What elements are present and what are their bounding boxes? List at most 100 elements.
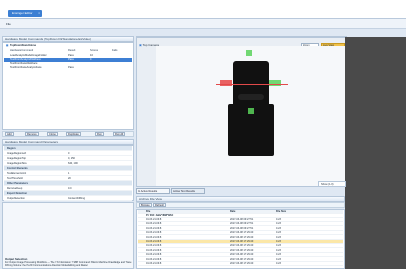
file-date: 2017-03-08 09:27:51: [230, 226, 254, 230]
property-row[interactable]: OutputSelection ContentFillKing: [4, 196, 132, 201]
status-show[interactable]: Show (1.0): [318, 181, 346, 187]
title-bar: Ensinger Editor ×: [0, 0, 406, 19]
command-row[interactable]: TestFrontAnalyzeDiskFace Pass 4: [4, 58, 132, 62]
commands-subheader-label: TopDownStandAlone: [10, 44, 37, 47]
file-size: 0.23: [276, 262, 281, 265]
file-name: 01.03.21.09.8: [146, 240, 162, 243]
file-size: 0.23: [276, 226, 281, 230]
file-name: 01.03.21.09.8: [146, 262, 162, 265]
file-date: 2017-03-08 17:29:40: [230, 244, 254, 248]
command-row[interactable]: TestFrontFaceDiskFace: [4, 62, 132, 66]
property-label: OutputSelection: [7, 197, 25, 200]
close-icon[interactable]: ×: [38, 10, 40, 17]
grid-icon: ▦: [6, 44, 9, 47]
file-date: 2017-03-08 17:29:40: [230, 231, 254, 235]
command-result: Pass: [68, 66, 74, 69]
commands-subheader: ▦ TopDownStandAlone: [4, 44, 132, 48]
run-all-button[interactable]: Run All: [113, 132, 126, 136]
commands-column-headers: HardwareCommand Result Scores Fails: [4, 49, 132, 53]
file-date: 2017-03-08 09:27:51: [230, 218, 254, 221]
roi-left-inner[interactable]: [226, 80, 232, 86]
file-name: 01.03.21.09.8: [146, 226, 162, 230]
file-date: 2017-03-08 17:29:40: [230, 253, 254, 257]
menu-file[interactable]: File: [6, 22, 11, 26]
file-row[interactable]: 01.03.21.09.8 2017-03-08 09:27:51 0.23: [138, 222, 343, 227]
file-date: 2017-03-08 17:29:40: [230, 262, 254, 265]
file-name: 01.03.21.09.8: [146, 218, 162, 221]
file-name: 01.03.21.09.8: [146, 257, 162, 261]
commands-list: ▦ TopDownStandAlone HardwareCommand Resu…: [2, 42, 134, 130]
command-row[interactable]: LoadAnalyzeModelImageFolder Pass 10: [4, 54, 132, 58]
image-canvas[interactable]: [156, 46, 346, 186]
file-size: 0.23: [276, 248, 281, 252]
roi-top[interactable]: [246, 50, 252, 56]
files-list: File Date File Size P:/ 002: 4a8e*/888*/…: [136, 209, 345, 269]
file-name: 01.03.21.09.8: [146, 248, 162, 252]
file-row[interactable]: 01.03.21.09.8 2017-03-08 17:29:40 0.23: [138, 231, 343, 236]
file-date: 2017-03-08 17:29:40: [230, 257, 254, 261]
duplicate-button[interactable]: Duplicate: [66, 132, 81, 136]
file-row[interactable]: 01.03.21.09.8 2017-03-08 17:29:40 0.23: [138, 262, 343, 266]
file-size: 0.23: [276, 235, 281, 239]
roi-bottom[interactable]: [248, 108, 254, 114]
file-name: 01.03.21.09.8: [146, 244, 162, 248]
remove-button[interactable]: Remove: [25, 132, 39, 136]
tab-active-text-results[interactable]: Active Text Results: [171, 188, 205, 194]
file-date: 2017-03-08 09:27:51: [230, 222, 254, 226]
command-result: Pass: [68, 54, 74, 57]
file-size: 0.23: [276, 222, 281, 226]
app-window: Ensinger Editor × File Hardware Model Co…: [0, 0, 406, 269]
command-result: Pass: [68, 58, 74, 61]
command-name: TestFrontAnalyzeDiskFace: [10, 58, 41, 61]
sidebar-dark: [345, 37, 406, 269]
file-size: 0.23: [276, 257, 281, 261]
menu-bar: File: [0, 19, 406, 29]
col-command[interactable]: HardwareCommand: [10, 49, 33, 53]
document-tab[interactable]: Ensinger Editor ×: [8, 10, 42, 17]
command-name: TestFrontFaceDiskFace: [10, 62, 38, 65]
file-row[interactable]: 01.03.21.09.8 2017-03-08 17:29:40 0.23: [138, 253, 343, 258]
tab-active-results[interactable]: In Active Results: [136, 188, 170, 194]
browse-button[interactable]: Browse: [139, 203, 152, 207]
command-name: LoadAnalyzeModelImageFolder: [10, 54, 47, 57]
command-name: TestFrontFaceAnalyzeFace: [10, 66, 42, 69]
file-name: 01.03.21.09.8: [146, 235, 162, 239]
run-button[interactable]: Run: [95, 132, 104, 136]
file-row[interactable]: 01.03.21.09.8 2017-03-08 09:27:51 0.23: [138, 227, 343, 231]
roi-right-outer[interactable]: [275, 80, 281, 86]
col-scores[interactable]: Scores: [90, 49, 98, 53]
file-row[interactable]: 01.03.21.09.8 2017-03-08 17:29:40 0.23: [138, 236, 343, 240]
file-row[interactable]: 01.03.21.09.8 2017-03-08 17:29:40 0.23: [138, 249, 343, 253]
refresh-button[interactable]: Refresh: [153, 203, 167, 207]
file-row[interactable]: 01.03.21.09.8 2017-03-08 17:29:40 0.23: [138, 240, 343, 244]
params-grid: Region ImageRegionLeft 0 ImageRegionTop 0, 1…: [2, 145, 134, 201]
file-date: 2017-03-08 17:29:40: [230, 240, 254, 243]
command-score: 10: [90, 54, 93, 57]
file-row[interactable]: 01.03.21.09.8 2017-03-08 09:27:51 0.23: [138, 218, 343, 222]
file-name: 01.03.21.09.8: [146, 253, 162, 257]
file-size: 0.23: [276, 240, 281, 243]
command-row[interactable]: TestFrontFaceAnalyzeFace Pass: [4, 66, 132, 70]
description-text: For Output Image Processing Workflow — T…: [5, 261, 132, 267]
file-date: 2017-03-08 17:29:40: [230, 248, 254, 252]
file-size: 0.23: [276, 244, 281, 248]
measure-line: [216, 84, 288, 85]
file-size: 0.23: [276, 253, 281, 257]
col-fails[interactable]: Fails: [112, 49, 117, 53]
add-button[interactable]: Add: [5, 132, 14, 136]
document-tab-label: Ensinger Editor: [12, 11, 33, 15]
file-row[interactable]: 01.03.21.09.8 2017-03-08 17:29:40 0.23: [138, 258, 343, 262]
command-score: 4: [90, 58, 92, 61]
col-result[interactable]: Result: [68, 49, 75, 53]
files-toolbar: Browse Refresh: [136, 202, 345, 208]
property-value[interactable]: ContentFillKing: [68, 196, 85, 201]
file-size: 0.23: [276, 231, 281, 235]
file-size: 0.23: [276, 218, 281, 221]
file-name: 01.03.21.09.8: [146, 231, 162, 235]
part-neck: [238, 94, 264, 100]
clone-button[interactable]: Clone: [47, 132, 58, 136]
file-row[interactable]: 01.03.21.09.8 2017-03-08 17:29:40 0.23: [138, 244, 343, 249]
params-description: Output Selection For Output Image Proces…: [2, 202, 134, 269]
camera-icon: ▣: [139, 43, 142, 47]
file-date: 2017-03-08 17:29:40: [230, 235, 254, 239]
